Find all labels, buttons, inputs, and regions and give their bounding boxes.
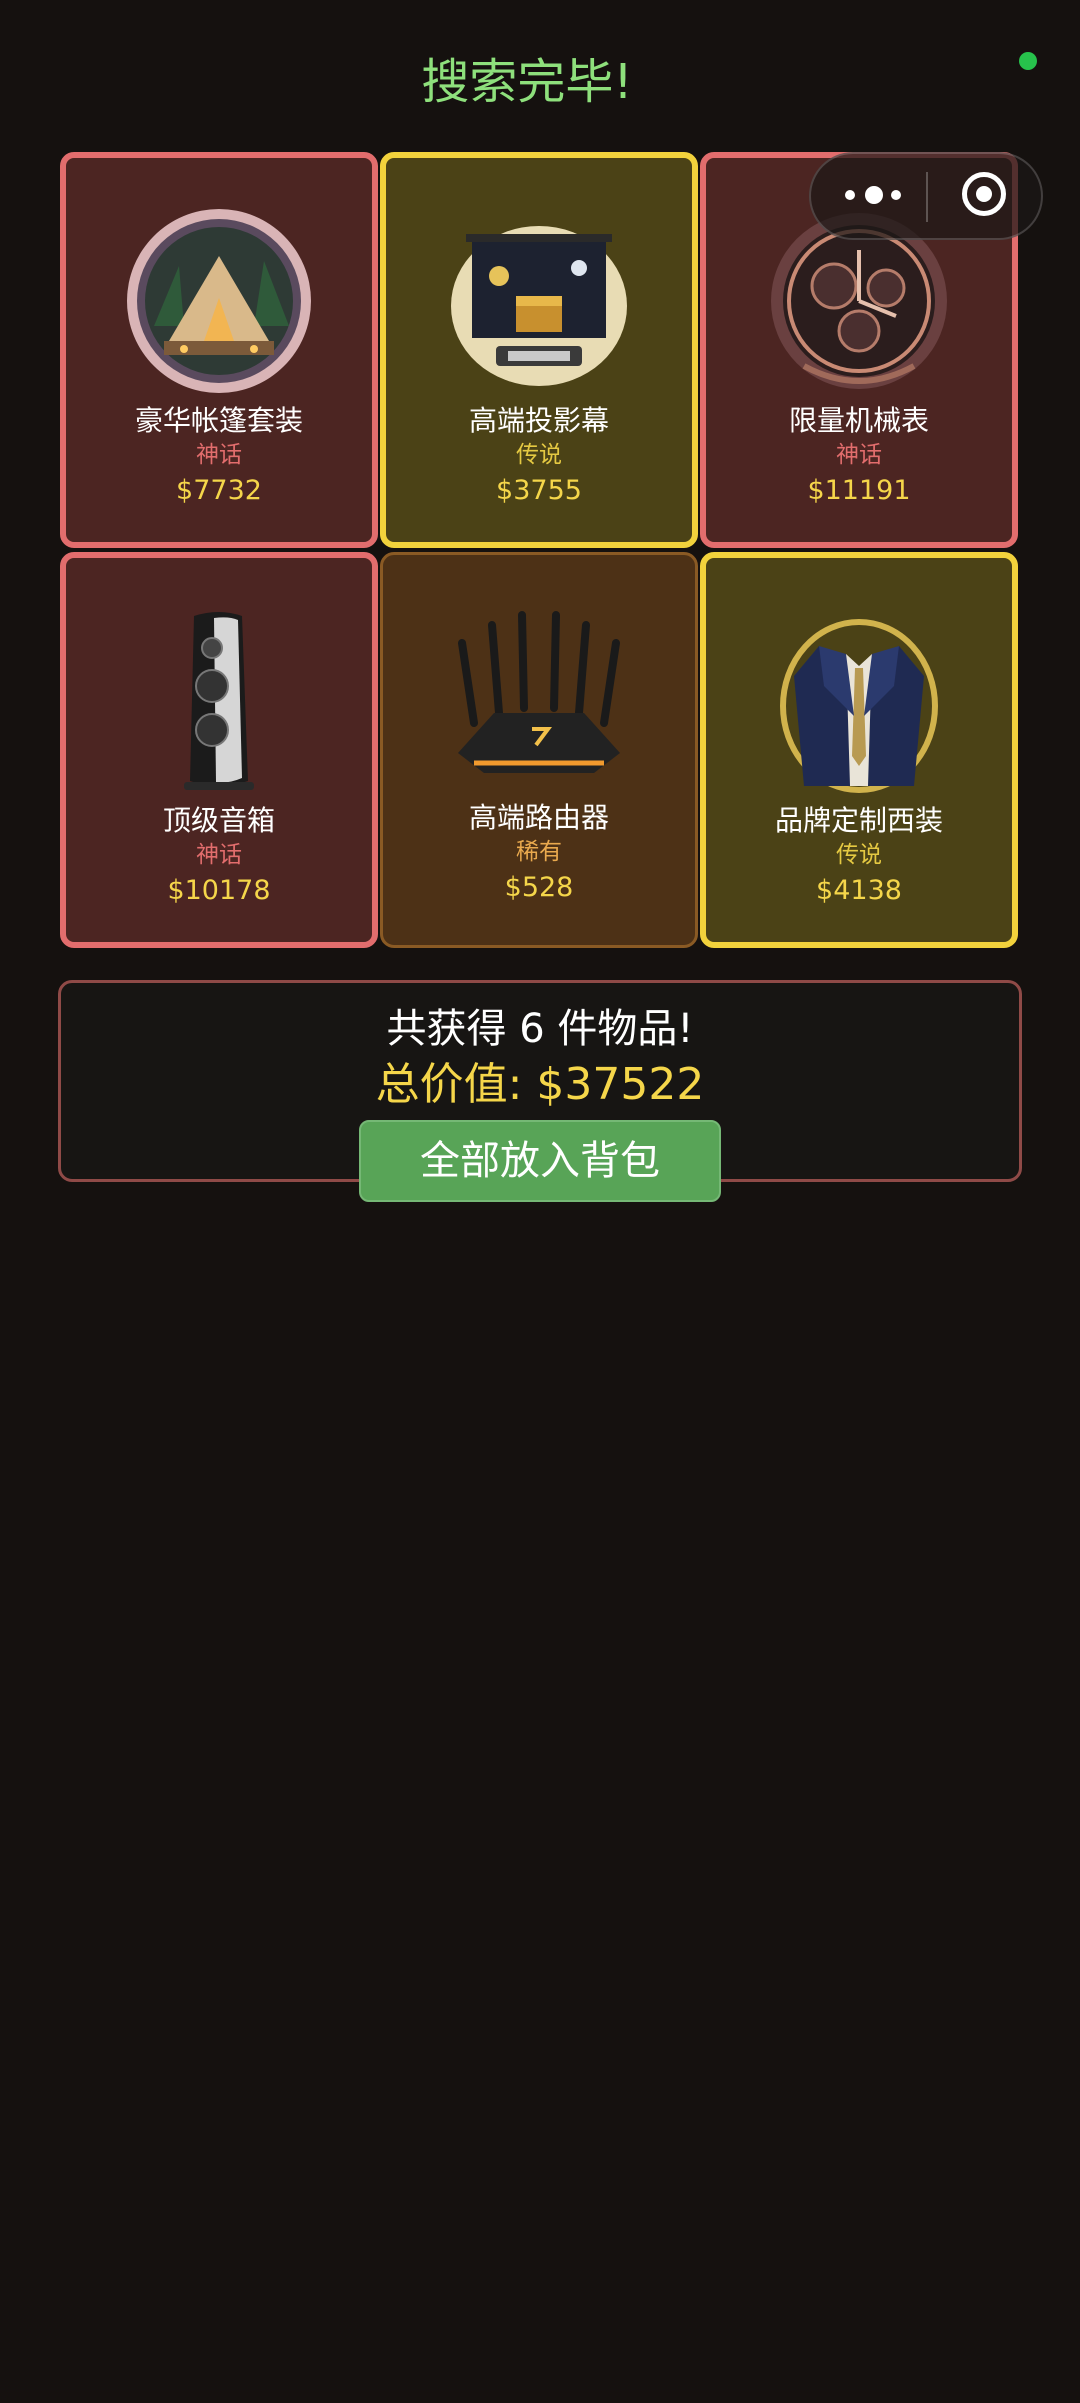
item-name: 高端路由器 (468, 801, 609, 834)
item-name: 豪华帐篷套装 (134, 404, 303, 437)
more-dots-icon[interactable] (845, 184, 905, 208)
item-name: 品牌定制西装 (774, 804, 943, 837)
item-name: 顶级音箱 (162, 804, 275, 837)
item-rarity: 稀有 (516, 839, 562, 865)
item-card-tent[interactable]: 豪华帐篷套装 神话 $7732 (60, 152, 378, 548)
item-card-suit[interactable]: 品牌定制西装 传说 $4138 (700, 552, 1018, 948)
item-price: $10178 (167, 875, 271, 906)
item-price: $528 (504, 872, 574, 903)
speaker-icon (184, 612, 254, 790)
suit-icon (780, 619, 938, 793)
item-rarity: 神话 (836, 442, 882, 468)
router-icon (458, 611, 620, 773)
item-price: $11191 (807, 475, 911, 506)
item-name: 高端投影幕 (468, 404, 609, 437)
target-circle-icon[interactable] (962, 172, 1006, 216)
item-card-projector-screen[interactable]: 高端投影幕 传说 $3755 (380, 152, 698, 548)
item-rarity: 神话 (196, 842, 242, 868)
item-card-speaker[interactable]: 顶级音箱 神话 $10178 (60, 552, 378, 948)
capsule-divider (926, 172, 928, 222)
item-name: 限量机械表 (788, 404, 929, 437)
item-price: $3755 (496, 475, 582, 506)
store-all-button[interactable]: 全部放入背包 (359, 1120, 721, 1202)
item-card-router[interactable]: 高端路由器 稀有 $528 (380, 552, 698, 948)
item-rarity: 传说 (516, 442, 562, 468)
tent-icon (127, 209, 311, 393)
mini-program-capsule (809, 152, 1043, 240)
total-value-text: 总价值: $37522 (375, 1059, 705, 1110)
item-rarity: 神话 (196, 442, 242, 468)
item-price: $7732 (176, 475, 262, 506)
item-count-text: 共获得 6 件物品! (386, 1006, 694, 1052)
item-price: $4138 (816, 875, 902, 906)
item-rarity: 传说 (836, 842, 882, 868)
projector-screen-icon (451, 226, 627, 386)
page-title: 搜索完毕! (421, 54, 633, 110)
